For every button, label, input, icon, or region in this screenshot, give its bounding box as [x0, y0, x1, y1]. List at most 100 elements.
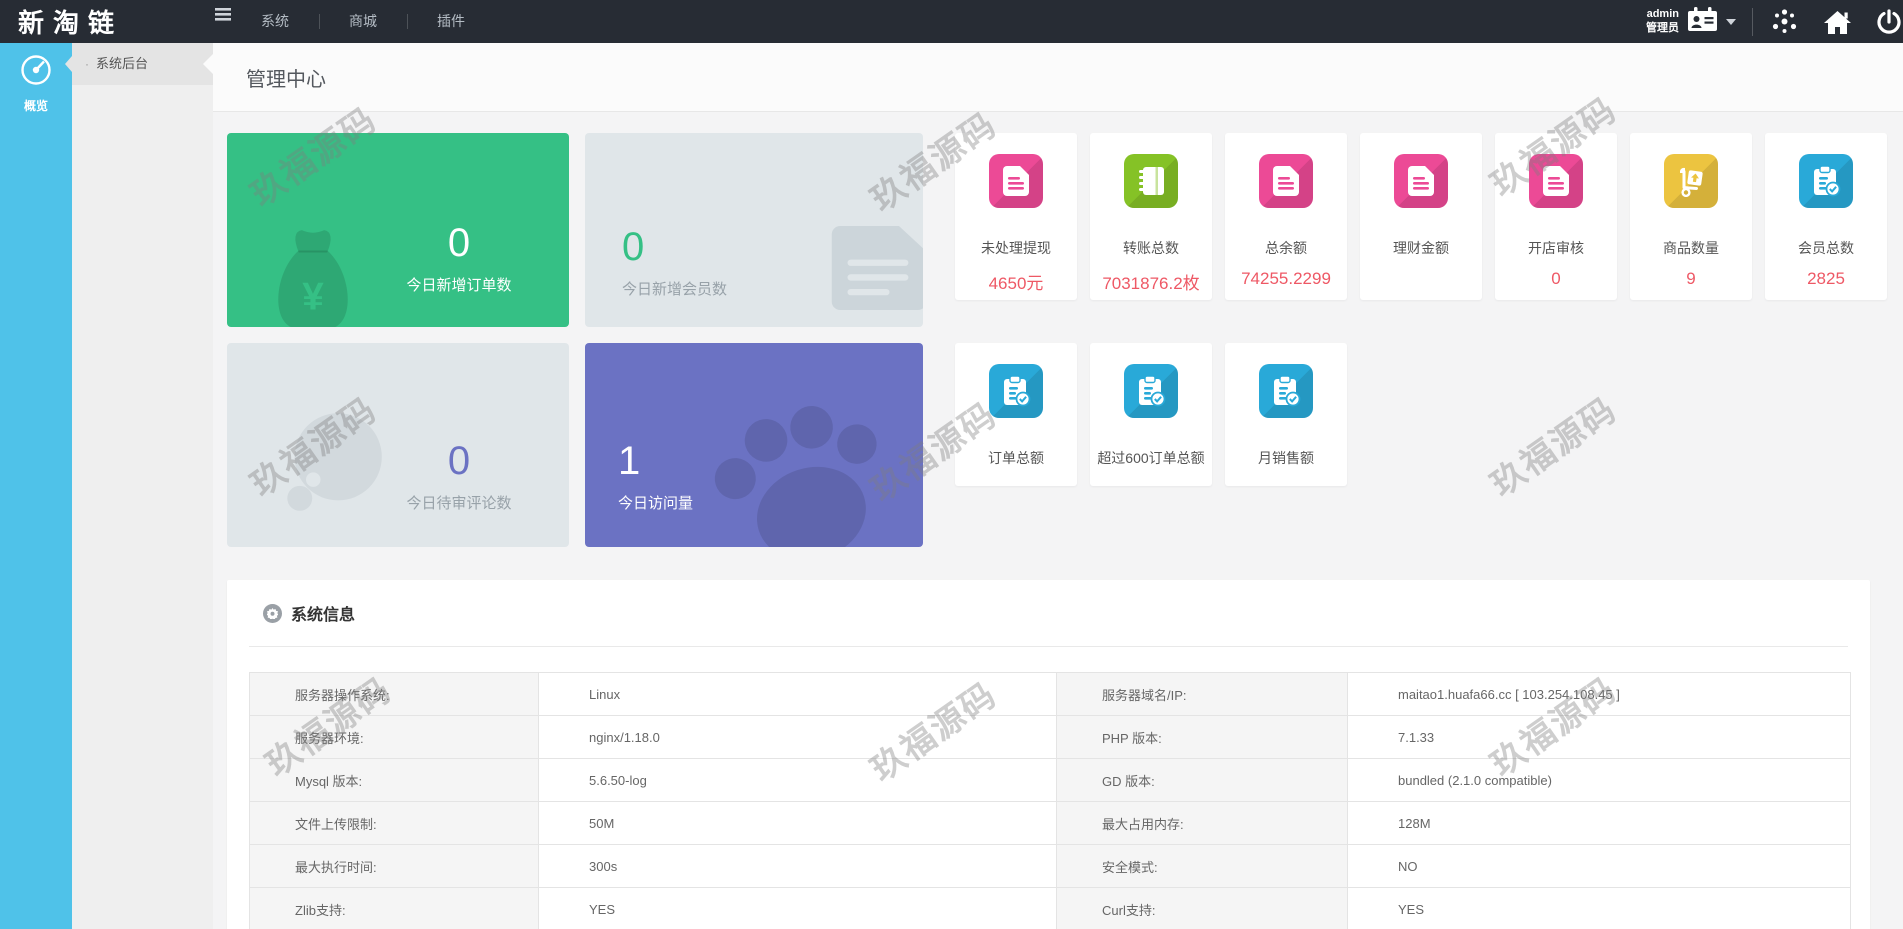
sidebar-item-label: 概览: [23, 99, 48, 113]
layout: 概览 · 系统后台 管理中心 ¥ 0 今日新增订单数 0 今日新增会员数 0 今…: [0, 43, 1903, 929]
info-value: bundled (2.1.0 compatible): [1347, 758, 1851, 802]
circle-nodes-icon[interactable]: [1771, 8, 1798, 35]
submenu-bullet: ·: [85, 57, 89, 71]
chevron-down-icon: [1726, 18, 1736, 25]
card-value: 0: [622, 225, 645, 269]
gear-icon: [263, 603, 282, 623]
document-icon: [1394, 154, 1448, 208]
table-row: Mysql 版本: 5.6.50-log GD 版本: bundled (2.1…: [249, 758, 1851, 802]
info-key: Zlib支持:: [249, 887, 539, 929]
notebook-icon: [1124, 154, 1178, 208]
tile-value: 0: [1551, 269, 1561, 288]
tile-order-total-over-600[interactable]: 超过600订单总额: [1090, 343, 1212, 486]
card-label: 今日新增会员数: [622, 281, 728, 298]
tile-order-total[interactable]: 订单总额: [955, 343, 1077, 486]
tile-monthly-sales[interactable]: 月销售额: [1225, 343, 1347, 486]
card-text: 1 今日访问量: [618, 439, 693, 513]
card-label: 今日访问量: [618, 495, 694, 512]
tiles-row-2: 订单总额 超过600订单总额 月销售额: [955, 343, 1889, 486]
tile-label: 月销售额: [1258, 450, 1314, 466]
power-icon[interactable]: [1877, 8, 1901, 35]
app-title: 新淘链: [18, 8, 124, 38]
user-dropdown[interactable]: [1687, 6, 1736, 37]
id-card-icon: [1687, 6, 1718, 37]
info-value: 128M: [1347, 801, 1851, 845]
menu-item-mall[interactable]: 商城: [319, 0, 407, 43]
page-header: 管理中心: [213, 43, 1903, 112]
tile-label: 开店审核: [1528, 240, 1584, 256]
gauge-icon: [18, 55, 54, 92]
tile-label: 超过600订单总额: [1097, 450, 1205, 466]
card-visits-today[interactable]: 1 今日访问量: [585, 343, 923, 547]
paw-icon: [681, 361, 919, 547]
tile-label: 理财金额: [1393, 240, 1449, 256]
tile-label: 未处理提现: [981, 240, 1051, 256]
big-cards: ¥ 0 今日新增订单数 0 今日新增会员数 0 今日待审评论数 1 今日访问量: [227, 133, 923, 547]
main-area: 管理中心 ¥ 0 今日新增订单数 0 今日新增会员数 0 今日待审评论数 1 今…: [213, 43, 1903, 929]
table-row: 服务器操作系统: Linux 服务器域名/IP: maitao1.huafa66…: [249, 672, 1851, 716]
system-info-panel: 系统信息 服务器操作系统: Linux 服务器域名/IP: maitao1.hu…: [227, 580, 1870, 929]
info-key: 最大占用内存:: [1056, 801, 1348, 845]
home-icon[interactable]: [1824, 10, 1851, 34]
info-value: YES: [538, 887, 1057, 929]
card-value: 0: [447, 439, 471, 483]
info-value: nginx/1.18.0: [538, 715, 1057, 759]
card-new-members-today[interactable]: 0 今日新增会员数: [585, 133, 923, 327]
table-row: 文件上传限制: 50M 最大占用内存: 128M: [249, 801, 1851, 845]
document-icon: [1529, 154, 1583, 208]
card-label: 今日待审评论数: [406, 495, 512, 512]
info-value: 5.6.50-log: [538, 758, 1057, 802]
clipboard-check-icon: [989, 364, 1043, 418]
tile-value: 74255.2299: [1241, 269, 1331, 288]
panel-title: 系统信息: [291, 607, 356, 624]
info-key: Curl支持:: [1056, 887, 1348, 929]
tile-transfer-total[interactable]: 转账总数 7031876.2枚: [1090, 133, 1212, 300]
tile-value: 2825: [1807, 269, 1845, 288]
submenu-item-label: 系统后台: [96, 56, 149, 71]
logo: 新淘链: [0, 0, 213, 43]
tile-label: 转账总数: [1123, 240, 1179, 256]
menu-item-plugin[interactable]: 插件: [407, 0, 495, 43]
tiles-row-1: 未处理提现 4650元 转账总数 7031876.2枚 总余额 74255.22…: [955, 133, 1889, 300]
document-icon: [989, 154, 1043, 208]
icon-sidebar: 概览: [0, 43, 72, 929]
tile-shop-review[interactable]: 开店审核 0: [1495, 133, 1617, 300]
tile-label: 商品数量: [1663, 240, 1719, 256]
tile-label: 订单总额: [988, 450, 1044, 466]
info-key: 服务器操作系统:: [249, 672, 539, 716]
tile-pending-withdrawal[interactable]: 未处理提现 4650元: [955, 133, 1077, 300]
table-row: Zlib支持: YES Curl支持: YES: [249, 887, 1851, 929]
page-title: 管理中心: [246, 68, 326, 91]
tile-product-count[interactable]: 商品数量 9: [1630, 133, 1752, 300]
tile-wealth-amount[interactable]: 理财金额: [1360, 133, 1482, 300]
menu-item-system[interactable]: 系统: [231, 0, 319, 43]
topbar-right: admin 管理员: [1646, 0, 1903, 43]
top-menu: 系统 商城 插件: [231, 0, 495, 43]
topbar-divider: [1752, 7, 1753, 36]
tile-value: 4650元: [988, 274, 1044, 293]
info-key: 服务器环境:: [249, 715, 539, 759]
info-value: YES: [1347, 887, 1851, 929]
tile-member-total[interactable]: 会员总数 2825: [1765, 133, 1887, 300]
card-new-orders-today[interactable]: ¥ 0 今日新增订单数: [227, 133, 569, 327]
sidebar-item-overview[interactable]: 概览: [0, 43, 72, 114]
table-row: 最大执行时间: 300s 安全模式: NO: [249, 844, 1851, 888]
sidebar-toggle-icon[interactable]: [215, 8, 231, 43]
tile-total-balance[interactable]: 总余额 74255.2299: [1225, 133, 1347, 300]
card-pending-comments-today[interactable]: 0 今日待审评论数: [227, 343, 569, 547]
info-value: Linux: [538, 672, 1057, 716]
user-name: admin: [1646, 8, 1679, 21]
card-text: 0 今日新增会员数: [622, 225, 727, 299]
table-row: 服务器环境: nginx/1.18.0 PHP 版本: 7.1.33: [249, 715, 1851, 759]
system-info-header: 系统信息: [227, 580, 1870, 646]
system-info-table: 服务器操作系统: Linux 服务器域名/IP: maitao1.huafa66…: [249, 672, 1851, 929]
submenu-item-system-backend[interactable]: · 系统后台: [65, 43, 213, 85]
card-text: 0 今日新增订单数: [399, 221, 519, 295]
tile-label: 总余额: [1265, 240, 1307, 256]
clipboard-check-icon: [1124, 364, 1178, 418]
stat-tiles: 未处理提现 4650元 转账总数 7031876.2枚 总余额 74255.22…: [955, 133, 1889, 547]
card-label: 今日新增订单数: [406, 277, 512, 294]
clipboard-check-icon: [1259, 364, 1313, 418]
topbar: 新淘链 系统 商城 插件 admin 管理员: [0, 0, 1903, 43]
comment-bubble-icon: [279, 411, 387, 520]
